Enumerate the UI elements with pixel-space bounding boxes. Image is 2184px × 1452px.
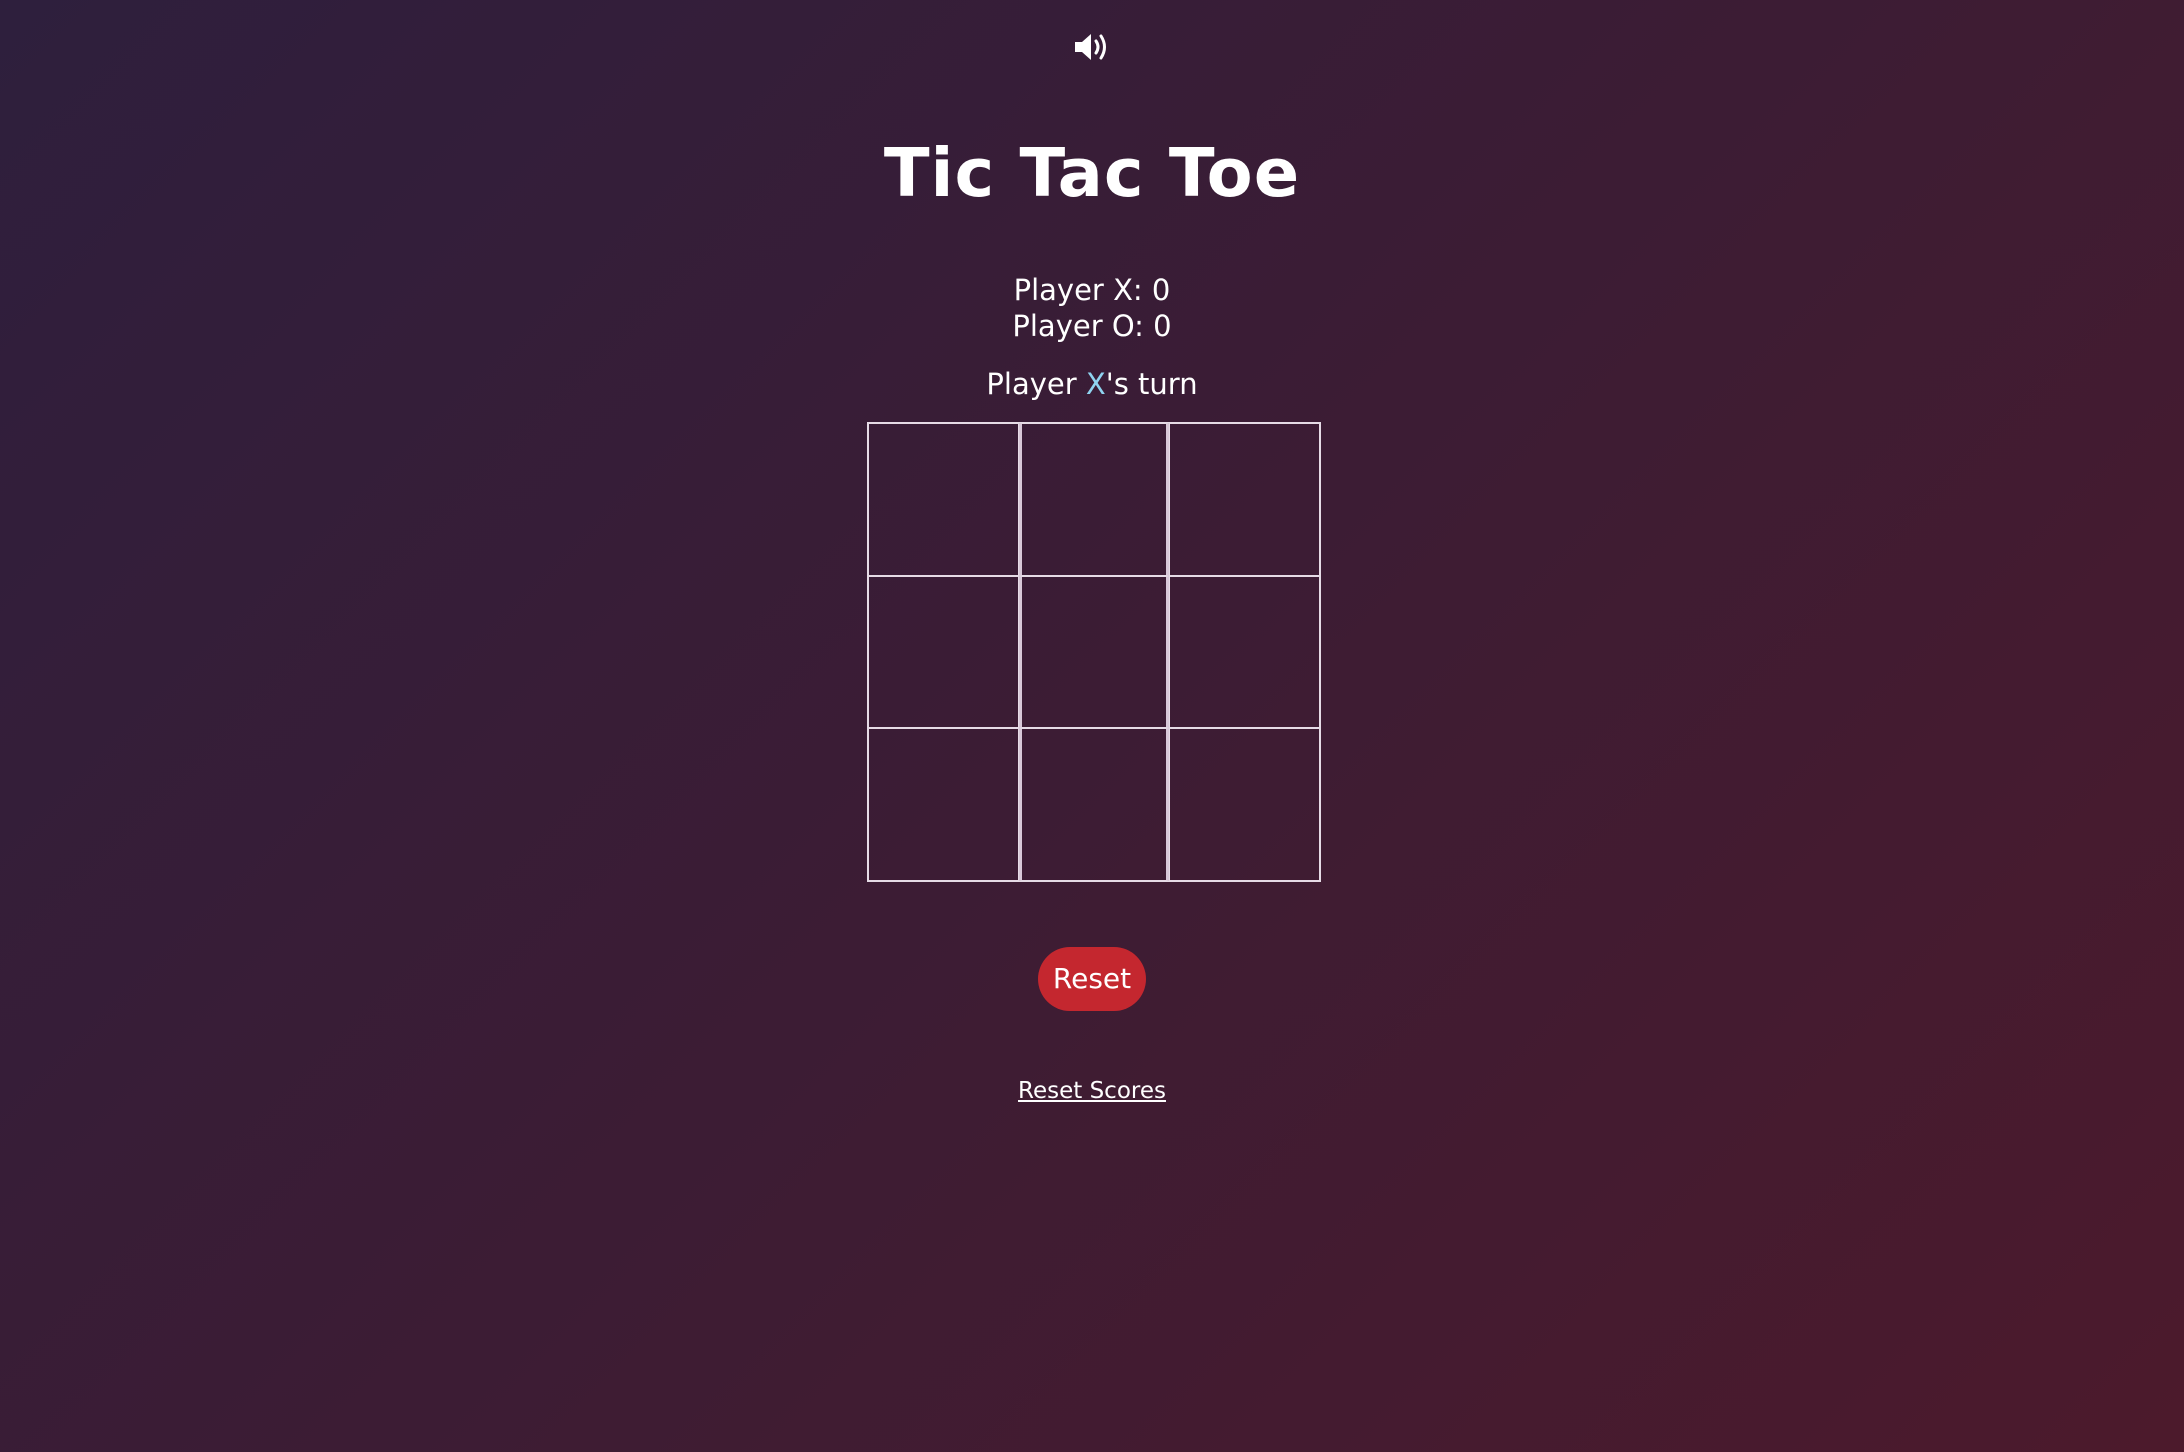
board-cell-2[interactable]: [1018, 423, 1170, 576]
turn-suffix: 's turn: [1105, 367, 1198, 401]
reset-button[interactable]: Reset: [1038, 947, 1146, 1011]
scoreboard: Player X: 0 Player O: 0: [0, 272, 2184, 344]
board-cell-1[interactable]: [868, 423, 1019, 576]
player-o-score: Player O: 0: [1012, 309, 1172, 343]
board-cell-6[interactable]: [1169, 575, 1320, 729]
board-cell-8[interactable]: [1018, 728, 1170, 881]
reset-scores-link-row: Reset Scores: [0, 1074, 2184, 1108]
turn-indicator: Player X's turn: [0, 364, 2184, 404]
board-cell-9[interactable]: [1169, 728, 1320, 881]
sound-toggle-button[interactable]: [1073, 28, 1111, 66]
game-board: [867, 422, 1321, 882]
reset-scores-link[interactable]: Reset Scores: [1018, 1078, 1166, 1104]
board-cell-3[interactable]: [1169, 423, 1320, 576]
board-cell-4[interactable]: [868, 575, 1019, 729]
board-cell-7[interactable]: [868, 728, 1019, 881]
player-x-score: Player X: 0: [1013, 273, 1171, 307]
turn-prefix: Player: [986, 367, 1086, 401]
current-player-mark: X: [1085, 367, 1106, 401]
speaker-volume-icon: [1075, 34, 1106, 60]
board-cell-5[interactable]: [1018, 575, 1170, 729]
page-title: Tic Tac Toe: [883, 134, 1301, 212]
